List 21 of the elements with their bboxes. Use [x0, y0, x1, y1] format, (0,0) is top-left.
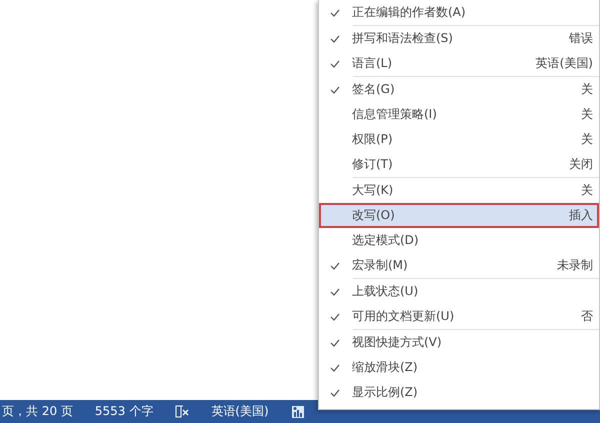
macro-record-icon[interactable] — [290, 404, 305, 418]
menu-item[interactable]: 选定模式(D) — [319, 228, 599, 253]
menu-item[interactable]: 上载状态(U) — [319, 279, 599, 304]
menu-item[interactable]: 拼写和语法检查(S) 错误 — [319, 26, 599, 51]
menu-item[interactable]: 修订(T) 关闭 — [319, 152, 599, 177]
menu-item[interactable]: 宏录制(M) 未录制 — [319, 253, 599, 278]
proofing-book-icon[interactable] — [175, 405, 190, 418]
menu-item[interactable]: 权限(P) 关 — [319, 127, 599, 152]
status-text: 页，共 20 页 — [2, 403, 73, 420]
menu-item[interactable]: 显示比例(Z) — [319, 380, 599, 405]
menu-item[interactable]: 信息管理策略(I) 关 — [319, 102, 599, 127]
menu-item[interactable]: 大写(K) 关 — [319, 178, 599, 203]
menu-item[interactable]: 改写(O) 插入 — [319, 203, 599, 228]
menu-item[interactable]: 可用的文档更新(U) 否 — [319, 304, 599, 329]
menu-item[interactable]: 缩放滑块(Z) — [319, 355, 599, 380]
menu-item[interactable]: 正在编辑的作者数(A) — [319, 0, 599, 25]
menu-item[interactable]: 签名(G) 关 — [319, 77, 599, 102]
status-text: 英语(美国) — [211, 403, 269, 420]
menu-item[interactable]: 语言(L) 英语(美国) — [319, 51, 599, 76]
status-text: 5553 个字 — [94, 403, 154, 420]
menu-item[interactable]: 视图快捷方式(V) — [319, 330, 599, 355]
